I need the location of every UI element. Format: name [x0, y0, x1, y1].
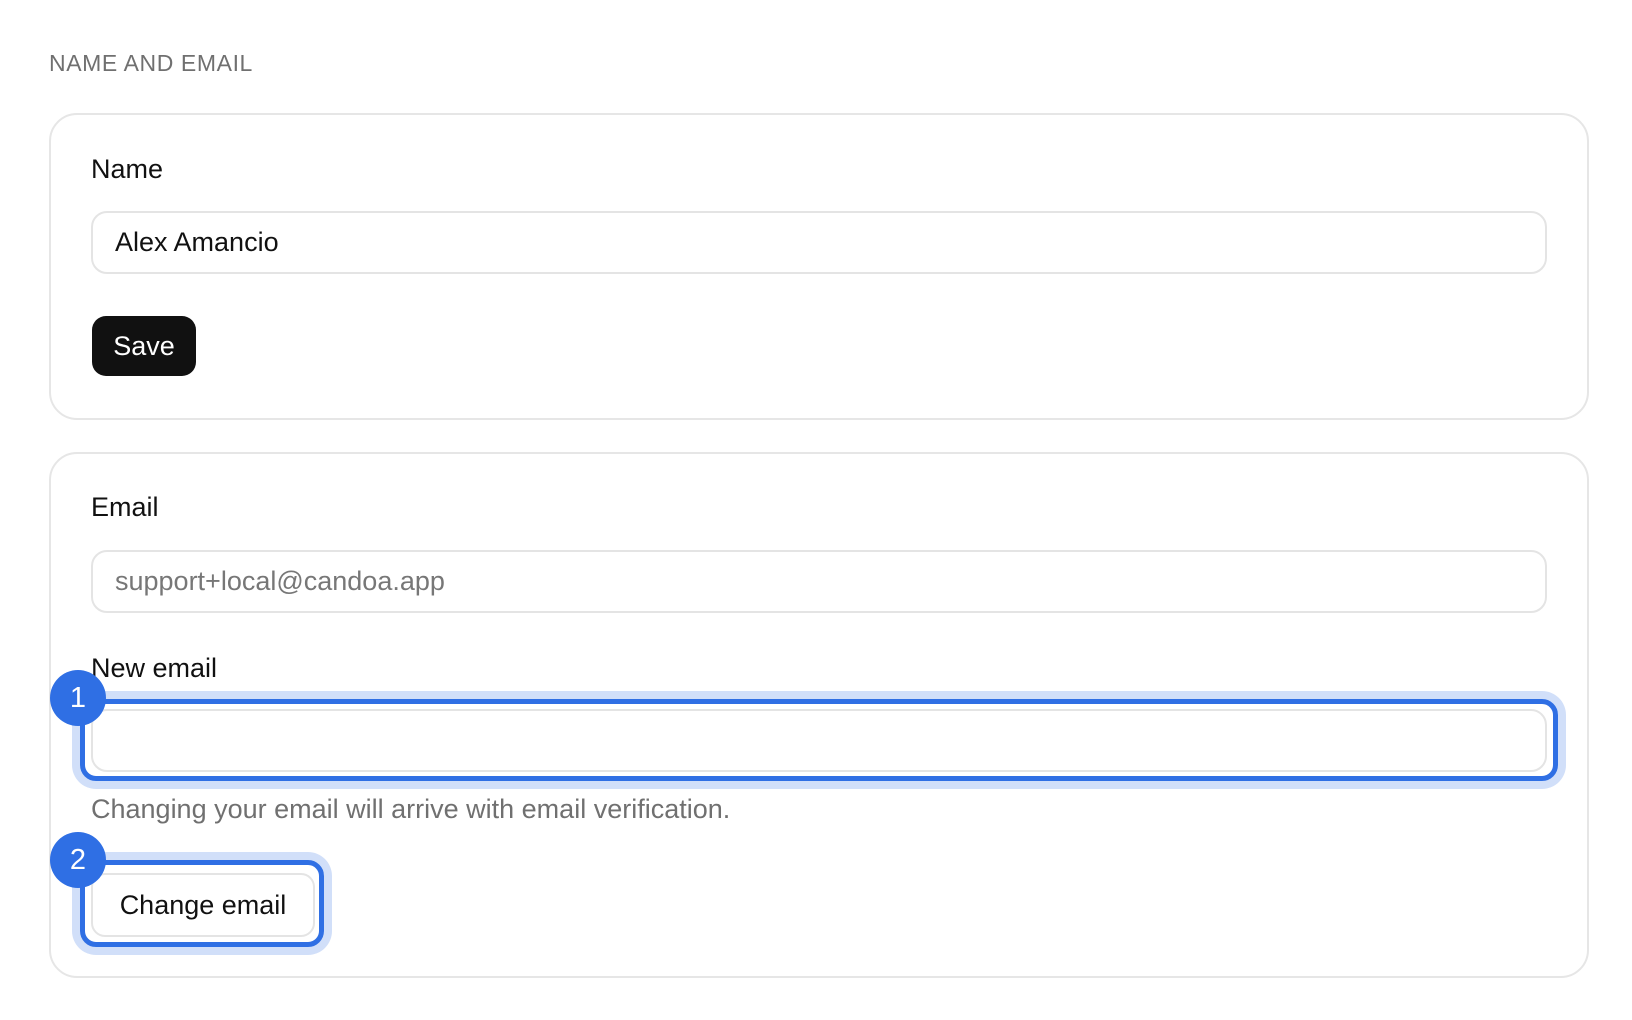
- helper-text: Changing your email will arrive with ema…: [91, 794, 731, 824]
- change-email-button[interactable]: Change email: [91, 873, 315, 937]
- section-title: NAME AND EMAIL: [49, 50, 253, 76]
- name-input[interactable]: [91, 211, 1547, 274]
- annotation-badge-1: 1: [50, 670, 106, 726]
- new-email-input[interactable]: [91, 709, 1547, 772]
- email-label: Email: [91, 492, 159, 522]
- current-email-field: [91, 550, 1547, 613]
- new-email-label: New email: [91, 653, 218, 683]
- email-card: Email New email Changing your email will…: [49, 452, 1589, 978]
- name-label: Name: [91, 154, 164, 184]
- name-card: Name Save: [49, 113, 1589, 420]
- save-button[interactable]: Save: [92, 316, 196, 376]
- annotation-badge-2: 2: [50, 832, 106, 888]
